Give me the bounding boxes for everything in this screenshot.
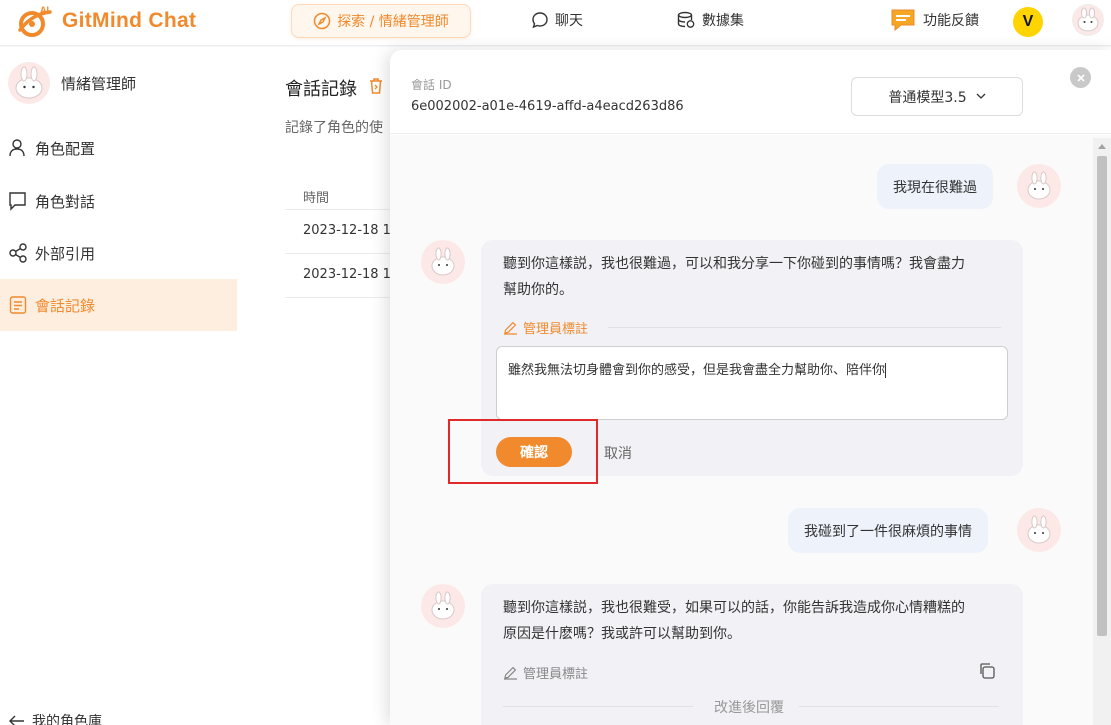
- admin-note-label: 管理員標註: [523, 322, 589, 337]
- table-row[interactable]: 2023-12-18 14: [285, 254, 405, 298]
- session-id-value: 6e002002-a01e-4619-affd-a4eacd263d86: [411, 99, 684, 114]
- ai-message-line: 幫助你的。: [503, 282, 573, 298]
- feedback-label: 功能反饋: [923, 13, 979, 29]
- gitmind-logo-icon: AI: [18, 5, 52, 37]
- admin-note-toggle[interactable]: 管理員標註: [503, 318, 588, 337]
- user-message: 我現在很難過: [877, 164, 993, 209]
- admin-note-input[interactable]: 雖然我無法切身體會到你的感受，但是我會盡全力幫助你、陪伴你: [496, 346, 1008, 420]
- page-title: 會話記錄: [285, 79, 357, 100]
- user-message: 我碰到了一件很麻煩的事情: [788, 508, 988, 553]
- bunny-avatar-icon: [1077, 7, 1099, 32]
- chat-bubble-icon: [532, 12, 548, 29]
- cancel-button[interactable]: 取消: [604, 443, 632, 463]
- sidebar-item-label: 角色配置: [35, 139, 96, 158]
- table-row[interactable]: 2023-12-18 17: [285, 210, 405, 254]
- sidebar-item-external[interactable]: 外部引用: [0, 227, 237, 279]
- bunny-avatar-icon: [431, 247, 455, 276]
- divider: [799, 706, 999, 707]
- role-header: 情緒管理師: [8, 62, 136, 104]
- record-icon: [9, 296, 27, 314]
- scrollbar-thumb[interactable]: [1097, 156, 1107, 636]
- chat-history: 我現在很難過 聽到你這樣説，我也很難過，可以和我分享一下你碰到的事情嗎？我會盡力…: [390, 135, 1111, 725]
- nav-dataset[interactable]: 數據集: [676, 10, 744, 30]
- divider: [608, 327, 1001, 328]
- user-avatar[interactable]: [1072, 4, 1104, 36]
- bunny-avatar-icon: [1027, 515, 1051, 544]
- my-role-library-link[interactable]: 我的角色庫: [8, 711, 102, 725]
- annotation-highlight-box: [448, 419, 598, 484]
- sidebar-item-label: 角色對話: [35, 192, 96, 211]
- role-avatar: [8, 62, 50, 104]
- edit-icon: [504, 321, 517, 335]
- sidebar-item-label: 會話記錄: [35, 296, 96, 315]
- feedback-button[interactable]: 功能反饋: [889, 8, 979, 32]
- svg-text:AI: AI: [40, 5, 49, 15]
- divider: [503, 706, 693, 707]
- nav-chat[interactable]: 聊天: [531, 10, 583, 30]
- vip-badge[interactable]: V: [1013, 7, 1043, 37]
- ai-message-line: 聽到你這樣説，我也很難受，如果可以的話，你能告訴我造成你心情糟糕的: [503, 600, 965, 616]
- scroll-up-arrow-icon[interactable]: [1098, 144, 1106, 149]
- ai-avatar: [421, 584, 465, 628]
- chat-icon: [9, 192, 26, 211]
- drawer-header: 會話 ID 6e002002-a01e-4619-affd-a4eacd263d…: [390, 50, 1111, 134]
- feedback-icon: [891, 9, 915, 32]
- scrollbar[interactable]: [1093, 138, 1111, 725]
- copy-icon[interactable]: [978, 662, 996, 680]
- edit-icon: [504, 666, 517, 680]
- chevron-down-icon: [976, 93, 986, 99]
- admin-note-input-value: 雖然我無法切身體會到你的感受，但是我會盡全力幫助你、陪伴你: [508, 363, 886, 378]
- close-button[interactable]: [1070, 67, 1091, 88]
- top-bar: AI GitMind Chat 探索 / 情緒管理師 聊天 數據集 功能反饋 V: [0, 0, 1111, 46]
- bunny-avatar-icon: [431, 591, 455, 620]
- ai-message: 聽到你這樣説，我也很難受，如果可以的話，你能告訴我造成你心情糟糕的 原因是什麽嗎…: [481, 584, 1023, 725]
- nav-explore-label: 探索 / 情緒管理師: [337, 14, 449, 30]
- ai-avatar: [421, 240, 465, 284]
- bunny-avatar-icon: [1027, 171, 1051, 200]
- sidebar-item-role-config[interactable]: 角色配置: [0, 122, 237, 174]
- share-icon: [9, 243, 27, 263]
- nav-explore-active[interactable]: 探索 / 情緒管理師: [291, 4, 471, 38]
- ai-message-line: 聽到你這樣説，我也很難過，可以和我分享一下你碰到的事情嗎？我會盡力: [503, 256, 965, 272]
- model-select-value: 普通模型3.5: [888, 89, 967, 106]
- nav-chat-label: 聊天: [555, 13, 583, 29]
- my-role-library-label: 我的角色庫: [32, 714, 102, 725]
- improved-reply-label: 改進後回覆: [714, 700, 784, 716]
- sidebar-item-role-chat[interactable]: 角色對話: [0, 175, 237, 227]
- app-name: GitMind Chat: [62, 9, 197, 32]
- user-avatar: [1017, 508, 1061, 552]
- sidebar: 情緒管理師 角色配置 角色對話 外部引用 會話記錄 我的角色庫: [0, 47, 237, 725]
- nav-dataset-label: 數據集: [702, 13, 744, 29]
- session-detail-drawer: 會話 ID 6e002002-a01e-4619-affd-a4eacd263d…: [390, 50, 1111, 725]
- admin-note-label: 管理員標註: [523, 667, 589, 682]
- app-logo[interactable]: AI GitMind Chat: [14, 4, 196, 38]
- session-id-label: 會話 ID: [411, 78, 452, 92]
- close-icon: [1076, 73, 1085, 82]
- compass-icon: [313, 12, 331, 30]
- text-caret: [885, 363, 887, 378]
- user-avatar: [1017, 164, 1061, 208]
- delete-icon[interactable]: [367, 77, 385, 95]
- role-name: 情緒管理師: [61, 74, 137, 93]
- arrow-left-icon: [9, 715, 24, 725]
- bunny-avatar-icon: [15, 66, 43, 99]
- page-subtitle: 記錄了角色的使: [285, 120, 383, 136]
- model-select[interactable]: 普通模型3.5: [851, 77, 1023, 116]
- user-icon: [9, 139, 25, 157]
- sidebar-item-records[interactable]: 會話記錄: [0, 279, 237, 331]
- ai-message-line: 原因是什麽嗎？我或許可以幫助到你。: [503, 626, 741, 642]
- table-header-time: 時間: [285, 179, 405, 210]
- admin-note-toggle[interactable]: 管理員標註: [503, 663, 588, 682]
- database-icon: [677, 11, 695, 28]
- sidebar-item-label: 外部引用: [35, 244, 96, 263]
